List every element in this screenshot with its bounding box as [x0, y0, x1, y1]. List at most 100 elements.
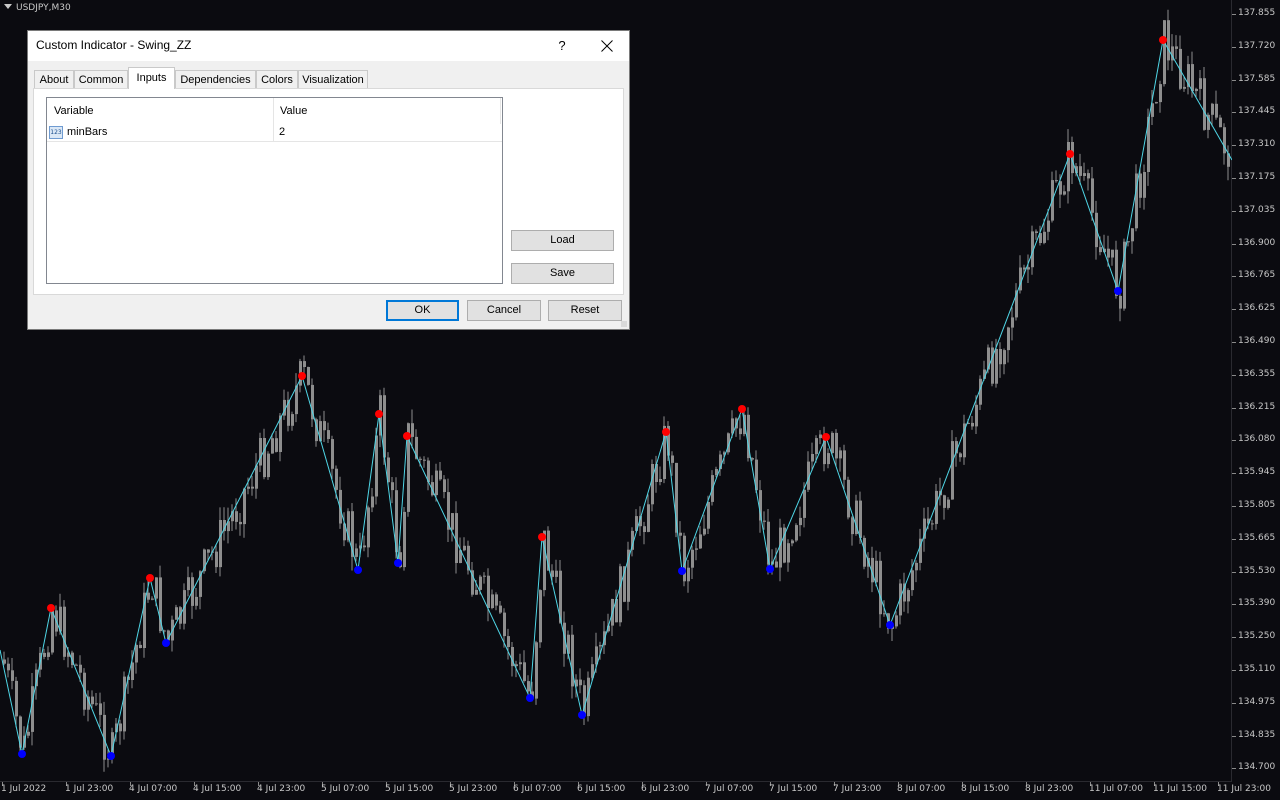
candle-body: [443, 479, 446, 492]
price-label: 136.765: [1238, 270, 1276, 281]
candle-body: [323, 421, 326, 431]
candle-body: [503, 612, 506, 637]
price-tick: [1232, 604, 1236, 606]
candle-body: [703, 528, 706, 535]
candle-body: [303, 361, 306, 367]
candle-body: [1191, 64, 1194, 92]
price-label: 136.625: [1238, 303, 1276, 314]
candle-body: [215, 551, 218, 568]
candle-body: [1215, 103, 1218, 118]
swing-high-marker: [1066, 150, 1074, 158]
swing-low-marker: [394, 559, 402, 567]
candle-body: [551, 570, 554, 577]
price-tick: [1232, 702, 1236, 704]
tab-about[interactable]: About: [34, 70, 74, 88]
swing-low-marker: [526, 694, 534, 702]
time-label: 5 Jul 23:00: [449, 784, 498, 794]
candle-body: [1143, 172, 1146, 198]
row-divider: [47, 141, 502, 142]
price-label: 136.215: [1238, 401, 1276, 412]
tab-visualization[interactable]: Visualization: [298, 70, 368, 88]
price-label: 136.080: [1238, 434, 1276, 445]
candle-body: [119, 723, 122, 732]
price-tick: [1232, 637, 1236, 639]
tab-common[interactable]: Common: [74, 70, 128, 88]
column-divider: [500, 98, 501, 124]
close-button[interactable]: [594, 35, 620, 57]
time-label: 8 Jul 23:00: [1025, 784, 1074, 794]
param-name-minbars[interactable]: minBars: [67, 124, 107, 141]
cancel-button[interactable]: Cancel: [467, 300, 541, 321]
inputs-panel: Variable Value 123 minBars 2 Load Save: [33, 88, 624, 295]
dialog-titlebar[interactable]: Custom Indicator - Swing_ZZ ?: [28, 31, 629, 61]
candle-body: [555, 570, 558, 577]
help-button[interactable]: ?: [550, 35, 574, 57]
candle-body: [799, 517, 802, 526]
candle-body: [1091, 178, 1094, 213]
candle-body: [1007, 327, 1010, 351]
symbol-text: USDJPY,M30: [16, 3, 71, 13]
candle-body: [1123, 241, 1126, 309]
candle-body: [335, 468, 338, 490]
candle-body: [1111, 249, 1114, 258]
resize-grip-icon[interactable]: [621, 321, 627, 327]
price-tick: [1232, 178, 1236, 179]
column-header-value[interactable]: Value: [273, 98, 501, 124]
price-label: 134.835: [1238, 729, 1276, 740]
candle-body: [1063, 191, 1066, 195]
swing-high-marker: [298, 372, 306, 380]
column-header-variable[interactable]: Variable: [47, 98, 273, 124]
price-label: 137.445: [1238, 106, 1276, 117]
reset-button[interactable]: Reset: [548, 300, 622, 321]
candle-body: [775, 561, 778, 568]
candle-body: [539, 590, 542, 643]
candle-body: [599, 645, 602, 647]
candle-body: [307, 367, 310, 385]
candle-body: [1035, 231, 1038, 233]
candle-body: [835, 432, 838, 459]
candle-body: [1055, 180, 1058, 182]
candle-body: [235, 511, 238, 522]
candle-body: [99, 703, 102, 715]
price-label: 137.720: [1238, 40, 1276, 51]
candle-body: [679, 532, 682, 536]
candle-body: [195, 596, 198, 606]
ok-button[interactable]: OK: [386, 300, 459, 321]
swing-high-marker: [1159, 36, 1167, 44]
swing-low-marker: [766, 565, 774, 573]
price-tick: [1232, 440, 1236, 442]
swing-high-marker: [47, 604, 55, 612]
candle-body: [251, 486, 254, 489]
candle-body: [15, 680, 18, 717]
candle-body: [331, 439, 334, 469]
candle-body: [7, 663, 10, 671]
save-button[interactable]: Save: [511, 263, 614, 284]
swing-high-marker: [375, 410, 383, 418]
swing-low-marker: [107, 752, 115, 760]
price-tick: [1232, 735, 1236, 737]
candle-body: [247, 486, 250, 489]
param-value-minbars[interactable]: 2: [279, 124, 285, 141]
candle-body: [851, 517, 854, 535]
time-label: 8 Jul 15:00: [961, 784, 1010, 794]
candle-body: [975, 404, 978, 427]
candle-body: [51, 610, 54, 653]
tab-inputs[interactable]: Inputs: [128, 67, 175, 89]
candle-body: [1203, 78, 1206, 130]
inputs-grid[interactable]: Variable Value 123 minBars 2: [46, 97, 503, 284]
symbol-label[interactable]: USDJPY,M30: [4, 3, 71, 13]
candle-body: [255, 465, 258, 489]
candle-body: [291, 414, 294, 426]
price-label: 136.355: [1238, 368, 1276, 379]
candle-body: [803, 489, 806, 518]
tab-dependencies[interactable]: Dependencies: [175, 70, 256, 88]
load-button[interactable]: Load: [511, 230, 614, 251]
candle-body: [787, 543, 790, 563]
swing-low-marker: [162, 639, 170, 647]
candle-body: [1163, 20, 1166, 85]
candle-body: [123, 676, 126, 732]
candle-body: [1195, 88, 1198, 92]
tab-colors[interactable]: Colors: [256, 70, 298, 88]
time-label: 4 Jul 07:00: [129, 784, 178, 794]
price-label: 135.665: [1238, 532, 1276, 543]
